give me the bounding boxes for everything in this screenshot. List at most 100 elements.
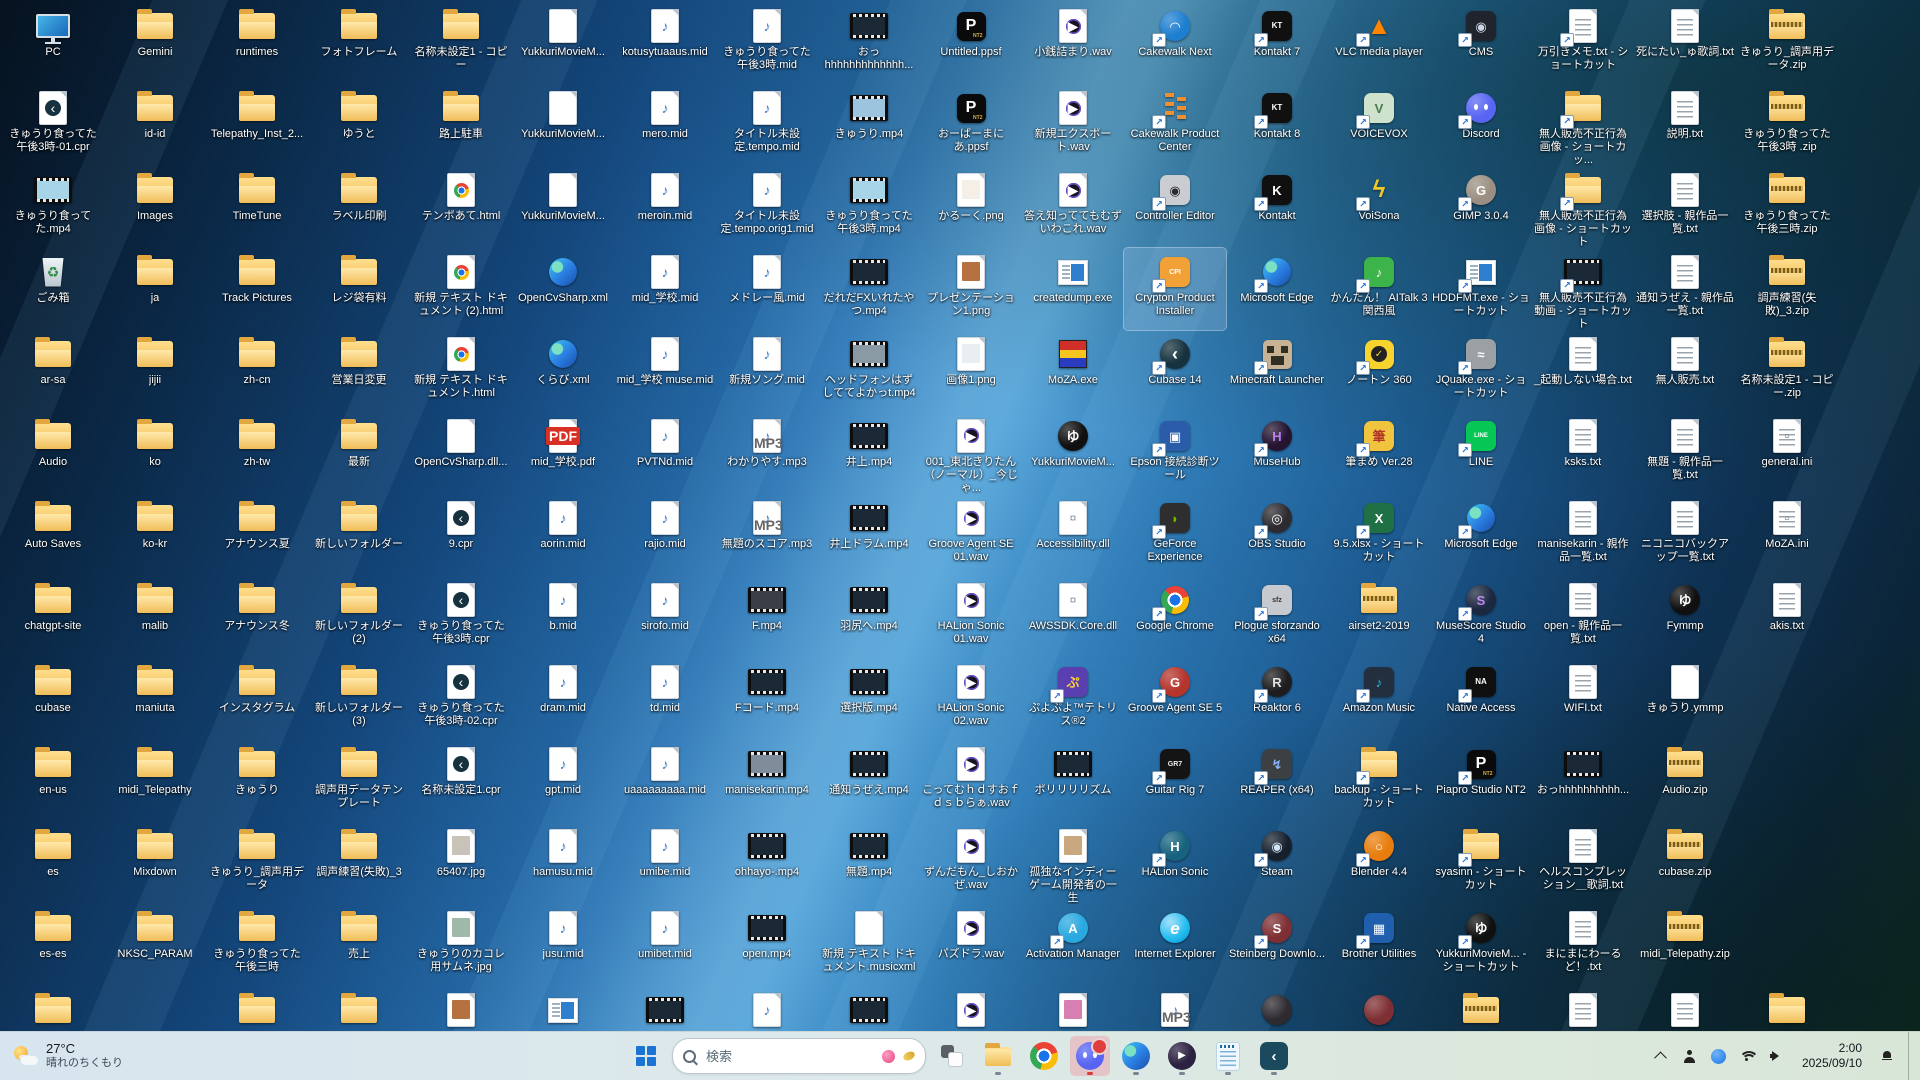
desktop-wallpaper[interactable]: PC Gemini runtimes フォトフレーム 名称未設定1 - コピー Yukku… [0,0,1920,1032]
desktop-icon[interactable]: きゅうり_調声用データ [206,822,308,904]
desktop-icon[interactable]: ↗ 無人販売不正行為画像 - ショートカッ... [1532,84,1634,166]
desktop-icon[interactable]: _起動しない場合.txt [1532,330,1634,412]
desktop-icon[interactable]: 無題.mp4 [818,822,920,904]
desktop-icon[interactable]: ♪ jusu.mid [512,904,614,986]
desktop-icon[interactable]: きゅうり.mp4 [818,84,920,166]
desktop-icon[interactable]: ♪ meroin.mid [614,166,716,248]
desktop-icon[interactable]: F.mp4 [716,576,818,658]
desktop-icon[interactable]: きゅうり [206,740,308,822]
desktop-icon[interactable]: Telepathy_Inst_2... [206,84,308,166]
desktop-icon[interactable]: ▶ 小銭詰まり.wav [1022,2,1124,84]
desktop-icon[interactable]: X ↗ 9.5.xlsx - ショートカット [1328,494,1430,576]
desktop-icon[interactable]: 営業日変更 [308,330,410,412]
task-view-button[interactable] [932,1036,972,1076]
desktop-icon[interactable]: ○ ↗ Blender 4.4 [1328,822,1430,904]
desktop-icon[interactable]: OpenCvSharp.xml [512,248,614,330]
desktop-icon[interactable]: かるーく.png [920,166,1022,248]
desktop-icon[interactable]: ▶ こってむｈｄすおｆｄｓｂらぁ.wav [920,740,1022,822]
desktop-icon[interactable]: ↗ Microsoft Edge [1226,248,1328,330]
desktop-icon[interactable]: ラベル印刷 [308,166,410,248]
desktop-icon[interactable]: zh-tw [206,412,308,494]
desktop-icon[interactable]: 新規 テキスト ドキュメント.html [410,330,512,412]
desktop-icon[interactable]: airset2-2019 [1328,576,1430,658]
desktop-icon[interactable]: ♪ uaaaaaaaaa.mid [614,740,716,822]
desktop-icon[interactable]: ゆ Fymmp [1634,576,1736,658]
desktop-icon[interactable]: ¤ MoZA.ini [1736,494,1838,576]
desktop-icon[interactable]: 選択肢 - 親作品一覧.txt [1634,166,1736,248]
desktop-icon[interactable]: きゅうりのカコレ用サムネ.jpg [410,904,512,986]
desktop-icon[interactable]: ϟ ↗ VoiSona [1328,166,1430,248]
desktop-icon[interactable] [1430,986,1532,1034]
desktop-icon[interactable] [1226,986,1328,1034]
desktop-icon[interactable]: 65407.jpg [410,822,512,904]
desktop-icon[interactable]: id-id [104,84,206,166]
desktop-icon[interactable]: 新規 テキスト ドキュメント (2).html [410,248,512,330]
desktop-icon[interactable]: ♪ タイトル未設定.tempo.orig1.mid [716,166,818,248]
desktop-icon[interactable]: ja [104,248,206,330]
desktop-icon[interactable]: G ↗ Groove Agent SE 5 [1124,658,1226,740]
desktop-icon[interactable]: ko [104,412,206,494]
desktop-icon[interactable]: ✓ ↗ ノートン 360 [1328,330,1430,412]
desktop-icon[interactable]: ¤ Accessibility.dll [1022,494,1124,576]
desktop-icon[interactable]: ♪ umibe.mid [614,822,716,904]
desktop-icon[interactable]: P NT2 Untitled.ppsf [920,2,1022,84]
desktop-icon[interactable]: ▶ 001_東北きりたん（ノーマル）_今じゃ... [920,412,1022,494]
desktop-icon[interactable]: PC [2,2,104,84]
desktop-icon[interactable]: おっhhhhhhhhhh... [1532,740,1634,822]
desktop-icon[interactable]: Images [104,166,206,248]
desktop-icon[interactable]: きゅうり.ymmp [1634,658,1736,740]
desktop-icon[interactable]: ▶ [920,986,1022,1034]
desktop-icon[interactable]: ♪ 新規ソング.mid [716,330,818,412]
desktop-icon[interactable]: ¤ AWSSDK.Core.dll [1022,576,1124,658]
taskbar-search[interactable] [672,1038,926,1074]
desktop-icon[interactable]: chatgpt-site [2,576,104,658]
search-input[interactable] [704,1047,874,1065]
desktop-icon[interactable]: ▦ ↗ Brother Utilities [1328,904,1430,986]
desktop-icon[interactable]: ♪ rajio.mid [614,494,716,576]
notepad-button[interactable] [1208,1036,1248,1076]
desktop-icon[interactable]: ♪ b.mid [512,576,614,658]
desktop-icon[interactable]: 選択版.mp4 [818,658,920,740]
desktop-icon[interactable] [308,986,410,1034]
desktop-icon[interactable]: TimeTune [206,166,308,248]
desktop-icon[interactable]: ↗ Microsoft Edge [1430,494,1532,576]
desktop-icon[interactable]: ↗ Cakewalk Product Center [1124,84,1226,166]
desktop-icon[interactable]: jijii [104,330,206,412]
desktop-icon[interactable]: NKSC_PARAM [104,904,206,986]
desktop-icon[interactable]: Track Pictures [206,248,308,330]
desktop-icon[interactable] [1532,986,1634,1034]
desktop-icon[interactable]: cubase.zip [1634,822,1736,904]
desktop-icon[interactable]: midi_Telepathy.zip [1634,904,1736,986]
desktop-icon[interactable]: ↗ Discord [1430,84,1532,166]
desktop-icon[interactable]: createdump.exe [1022,248,1124,330]
desktop-icon[interactable]: ヘッドフォンはずしててよかっt.mp4 [818,330,920,412]
desktop-icon[interactable]: ▣ ↗ Epson 接続診断ツール [1124,412,1226,494]
volume-button[interactable] [1769,1036,1785,1076]
desktop-icon[interactable]: インスタグラム [206,658,308,740]
desktop-icon[interactable]: プレゼンテーション1.png [920,248,1022,330]
desktop-icon[interactable]: YukkuriMovieM... [512,166,614,248]
desktop-icon[interactable] [818,986,920,1034]
desktop-icon[interactable]: まにまにわーるど！.txt [1532,904,1634,986]
desktop-icon[interactable]: 名称未設定1 - コピー.zip [1736,330,1838,412]
desktop-icon[interactable] [1328,986,1430,1034]
edge-button[interactable] [1116,1036,1156,1076]
desktop-icon[interactable]: 無題 - 親作品一覧.txt [1634,412,1736,494]
desktop-icon[interactable] [2,986,104,1034]
desktop-icon[interactable]: ko-kr [104,494,206,576]
desktop-icon[interactable]: ↗ syasinn - ショートカット [1430,822,1532,904]
desktop-icon[interactable]: ↗ 無人販売不正行為動画 - ショートカット [1532,248,1634,330]
desktop-icon[interactable]: en-us [2,740,104,822]
desktop-icon[interactable]: YukkuriMovieM... [512,2,614,84]
desktop-icon[interactable]: 調声用データテンプレート [308,740,410,822]
desktop-icon[interactable]: GR7 ↗ Guitar Rig 7 [1124,740,1226,822]
desktop-icon[interactable]: ◉ ↗ Steam [1226,822,1328,904]
desktop-icon[interactable]: open.mp4 [716,904,818,986]
desktop-icon[interactable]: manisekarin.mp4 [716,740,818,822]
desktop-icon[interactable]: ♪ MP3 無題のスコア.mp3 [716,494,818,576]
desktop-icon[interactable]: S ↗ Steinberg Downlo... [1226,904,1328,986]
desktop-icon[interactable]: ぷ ↗ ぷよぷよ™テトリス®2 [1022,658,1124,740]
desktop-icon[interactable]: malib [104,576,206,658]
desktop-icon[interactable]: きゅうり_調声用データ.zip [1736,2,1838,84]
desktop-icon[interactable]: きゅうり食ってた午後3時.mp4 [818,166,920,248]
